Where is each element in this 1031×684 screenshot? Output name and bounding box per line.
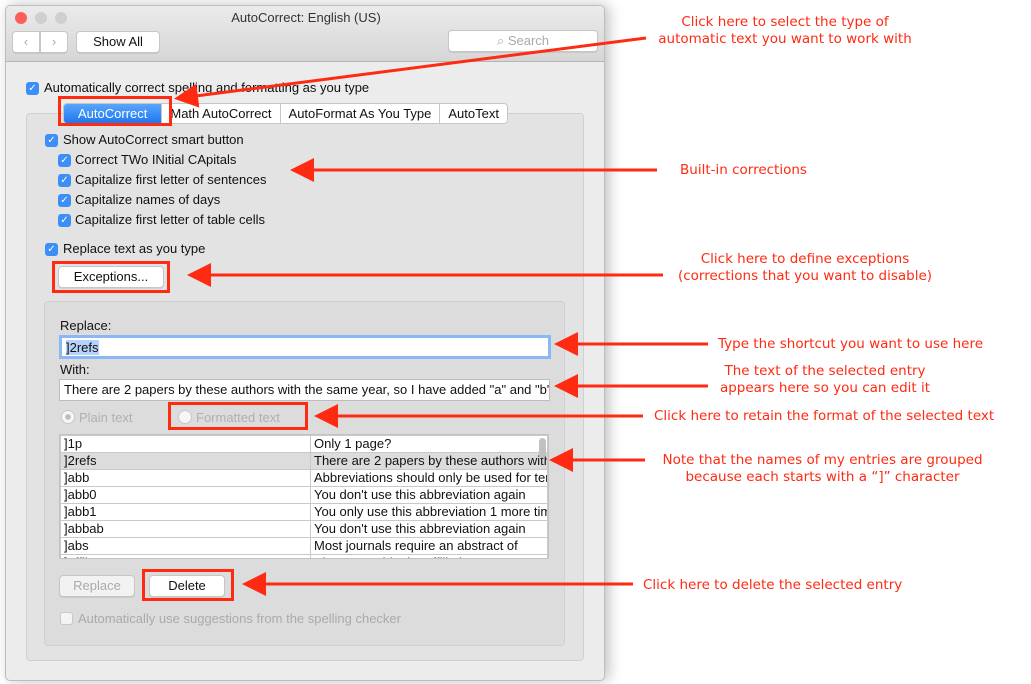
note-formatted: Click here to retain the format of the s…	[654, 408, 995, 424]
note-line: automatic text you want to work with	[658, 31, 912, 47]
note-delete: Click here to delete the selected entry	[643, 577, 903, 593]
note-with: The text of the selected entry appears he…	[700, 363, 950, 397]
note-line: (corrections that you want to disable)	[677, 268, 933, 284]
note-line: The text of the selected entry	[724, 363, 926, 379]
note-line: because each starts with a “]” character	[685, 469, 960, 485]
note-shortcut: Type the shortcut you want to use here	[718, 336, 984, 352]
note-line: Click here to select the type of	[681, 14, 889, 30]
arrow-tabs	[174, 36, 647, 108]
note-builtin: Built-in corrections	[680, 162, 807, 178]
note-grouped: Note that the names of my entries are gr…	[650, 452, 995, 486]
note-line: Note that the names of my entries are gr…	[662, 452, 983, 468]
note-tabs: Click here to select the type of automati…	[640, 14, 930, 48]
note-line: Click here to define exceptions	[700, 251, 910, 267]
note-exceptions: Click here to define exceptions (correcti…	[665, 251, 945, 285]
note-line: appears here so you can edit it	[719, 380, 931, 396]
